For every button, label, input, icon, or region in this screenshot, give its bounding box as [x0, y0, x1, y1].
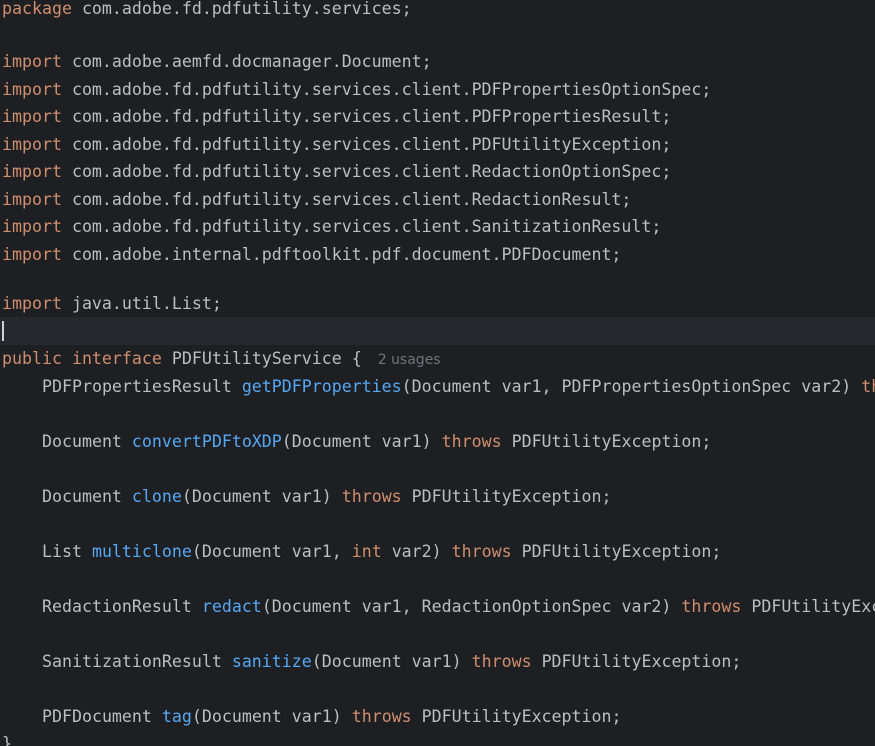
closing-brace: } — [2, 734, 12, 746]
import-name: com.adobe.fd.pdfutility.services.client.… — [71, 107, 672, 126]
return-type: List — [42, 542, 92, 561]
package-name: com.adobe.fd.pdfutility.services; — [81, 0, 412, 18]
code-line-import: import com.adobe.fd.pdfutility.services.… — [0, 76, 875, 104]
exception-type: PDFUtilityException; — [501, 432, 712, 451]
code-line-method: Document convertPDFtoXDP(Document var1) … — [0, 428, 875, 456]
exception-type: PDFUtilityExc — [741, 597, 875, 616]
keyword-import: import — [2, 107, 62, 126]
keyword-import: import — [2, 294, 62, 313]
keyword-import: import — [2, 244, 62, 264]
code-line-method: Document clone(Document var1) throws PDF… — [0, 483, 875, 511]
code-line-import: import com.adobe.internal.pdftoolkit.pdf… — [0, 241, 875, 269]
keyword-import: import — [2, 52, 62, 71]
keyword-throws: th — [861, 377, 875, 396]
import-name: com.adobe.fd.pdfutility.services.client.… — [71, 134, 672, 154]
code-editor[interactable]: package com.adobe.fd.pdfutility.services… — [0, 0, 875, 746]
code-line-import: import com.adobe.fd.pdfutility.services.… — [0, 131, 875, 159]
method-name[interactable]: redact — [202, 597, 262, 616]
exception-type: PDFUtilityException; — [511, 542, 722, 561]
return-type: PDFDocument — [42, 707, 162, 726]
keyword-import: import — [2, 79, 62, 99]
code-line-method: PDFPropertiesResult getPDFProperties(Doc… — [0, 373, 875, 401]
method-name[interactable]: getPDFProperties — [242, 377, 402, 396]
import-name: com.adobe.fd.pdfutility.services.client.… — [71, 162, 672, 181]
return-type: PDFPropertiesResult — [42, 377, 242, 396]
code-line-import: import com.adobe.fd.pdfutility.services.… — [0, 186, 875, 214]
keyword-package: package — [2, 0, 72, 18]
code-line-interface: public interface PDFUtilityService { 2 us… — [0, 345, 875, 373]
keyword-throws: throws — [451, 542, 512, 561]
code-line-closing-brace: } — [0, 730, 875, 746]
code-line-method: PDFDocument tag(Document var1) throws PD… — [0, 703, 875, 731]
code-line-import: import com.adobe.fd.pdfutility.services.… — [0, 103, 875, 131]
import-name: com.adobe.internal.pdftoolkit.pdf.docume… — [71, 244, 622, 264]
exception-type: PDFUtilityException; — [411, 707, 622, 726]
keyword-interface: interface — [71, 349, 162, 368]
method-name[interactable]: multiclone — [92, 542, 192, 561]
keyword-throws: throws — [341, 487, 402, 506]
code-line-import: import com.adobe.aemfd.docmanager.Docume… — [0, 48, 875, 76]
code-line-package: package com.adobe.fd.pdfutility.services… — [0, 0, 875, 23]
exception-type: PDFUtilityException; — [401, 487, 612, 506]
method-name[interactable]: convertPDFtoXDP — [132, 432, 282, 451]
keyword-import: import — [2, 217, 62, 236]
method-params: (Document var1) — [181, 487, 342, 506]
text-caret — [2, 321, 4, 341]
code-line-method: List multiclone(Document var1, int var2)… — [0, 538, 875, 566]
current-line-highlight[interactable] — [0, 317, 875, 345]
method-params-rest: var2) — [381, 542, 452, 561]
keyword-throws: throws — [351, 707, 412, 726]
keyword-throws: throws — [441, 432, 502, 451]
code-line-import: import com.adobe.fd.pdfutility.services.… — [0, 158, 875, 186]
usages-hint[interactable]: 2 usages — [378, 352, 441, 368]
method-name[interactable]: tag — [162, 707, 192, 726]
method-params: (Document var1) — [191, 707, 352, 726]
keyword-throws: throws — [471, 652, 532, 671]
method-params: (Document var1, — [191, 542, 352, 561]
method-params: (Document var1, RedactionOptionSpec var2… — [261, 597, 682, 616]
keyword-public: public — [2, 349, 62, 368]
import-name: com.adobe.fd.pdfutility.services.client.… — [71, 189, 632, 209]
interface-name: PDFUtilityService { — [171, 349, 362, 368]
keyword-throws: throws — [681, 597, 742, 616]
keyword-import: import — [2, 189, 62, 209]
import-name: com.adobe.aemfd.docmanager.Document; — [71, 52, 432, 71]
keyword-import: import — [2, 162, 62, 181]
method-name[interactable]: sanitize — [232, 652, 312, 671]
method-params: (Document var1, PDFPropertiesOptionSpec … — [401, 377, 862, 396]
method-params: (Document var1) — [311, 652, 472, 671]
return-type: SanitizationResult — [42, 652, 232, 671]
code-line-method: RedactionResult redact(Document var1, Re… — [0, 593, 875, 621]
import-name: com.adobe.fd.pdfutility.services.client.… — [71, 217, 662, 236]
return-type: Document — [42, 432, 132, 451]
import-name: com.adobe.fd.pdfutility.services.client.… — [71, 79, 712, 99]
import-name: java.util.List; — [71, 294, 222, 313]
exception-type: PDFUtilityException; — [531, 652, 742, 671]
return-type: Document — [42, 487, 132, 506]
code-line-method: SanitizationResult sanitize(Document var… — [0, 648, 875, 676]
method-params: (Document var1) — [281, 432, 442, 451]
keyword-import: import — [2, 134, 62, 154]
code-line-import: import com.adobe.fd.pdfutility.services.… — [0, 213, 875, 241]
return-type: RedactionResult — [42, 597, 202, 616]
code-line-import: import java.util.List; — [0, 290, 875, 318]
keyword-int: int — [351, 542, 382, 561]
method-name[interactable]: clone — [132, 487, 182, 506]
